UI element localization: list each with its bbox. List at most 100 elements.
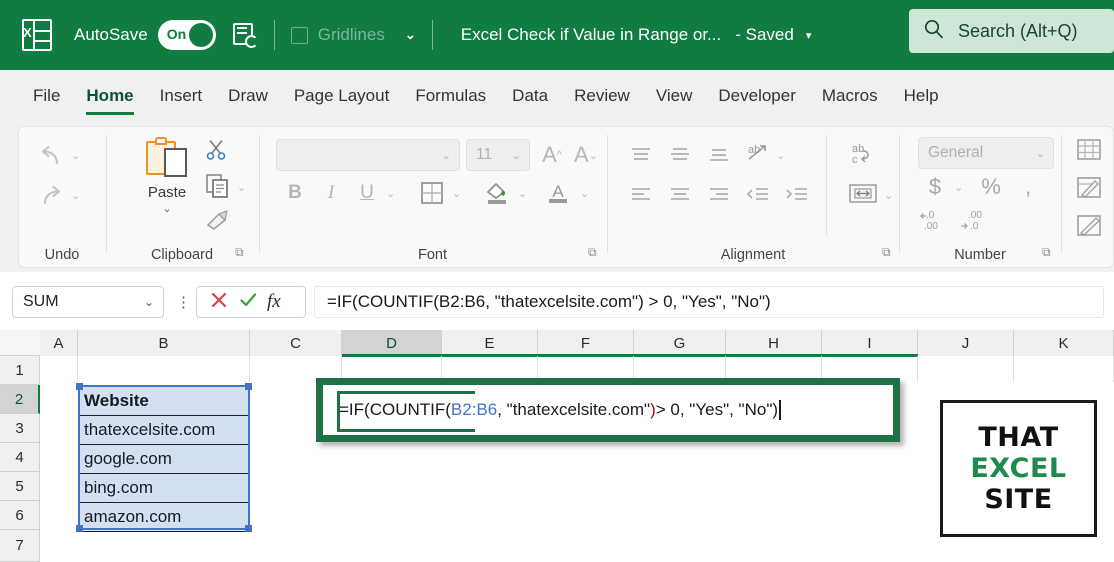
- paste-dropdown-chevron-icon[interactable]: ⌄: [139, 202, 195, 215]
- paste-button[interactable]: Paste ⌄: [139, 137, 195, 215]
- tab-insert[interactable]: Insert: [147, 70, 216, 122]
- font-name-combo[interactable]: ⌄: [276, 139, 460, 171]
- name-box-chevron-icon[interactable]: ⌄: [144, 295, 154, 309]
- tab-draw[interactable]: Draw: [215, 70, 281, 122]
- cell-styles-button[interactable]: [1074, 213, 1104, 239]
- save-status-chevron-icon[interactable]: ▾: [806, 29, 812, 42]
- copy-button[interactable]: [203, 171, 233, 201]
- font-color-chevron-icon[interactable]: ⌄: [580, 187, 589, 200]
- document-title[interactable]: Excel Check if Value in Range or...: [461, 25, 722, 45]
- undo-dropdown-chevron-icon[interactable]: ⌄: [71, 149, 80, 162]
- font-name-chevron-icon[interactable]: ⌄: [442, 149, 451, 162]
- merge-center-button[interactable]: [846, 179, 880, 209]
- copy-dropdown-chevron-icon[interactable]: ⌄: [237, 181, 246, 194]
- tab-page-layout[interactable]: Page Layout: [281, 70, 402, 122]
- decrease-font-size-button[interactable]: A ⌄: [572, 141, 600, 169]
- gridlines-toggle[interactable]: Gridlines: [290, 25, 385, 45]
- column-header-j[interactable]: J: [918, 330, 1014, 356]
- font-size-combo[interactable]: 11 ⌄: [466, 139, 530, 171]
- cell-b4[interactable]: google.com: [80, 445, 248, 474]
- cell-k1[interactable]: [1014, 356, 1114, 382]
- cell-b2[interactable]: Website: [80, 387, 248, 416]
- chevron-down-icon[interactable]: ⌄: [405, 27, 416, 43]
- cut-button[interactable]: [203, 137, 229, 163]
- cell-b1[interactable]: [78, 356, 250, 382]
- cell-j1[interactable]: [918, 356, 1014, 382]
- column-header-a[interactable]: A: [40, 330, 78, 356]
- autosave-toggle[interactable]: On: [157, 20, 216, 50]
- increase-indent-button[interactable]: [782, 181, 812, 209]
- tab-developer[interactable]: Developer: [705, 70, 809, 122]
- undo-button[interactable]: [35, 141, 67, 173]
- number-format-chevron-icon[interactable]: ⌄: [1036, 147, 1045, 160]
- tab-review[interactable]: Review: [561, 70, 643, 122]
- row-header-6[interactable]: 6: [0, 501, 40, 530]
- tab-data[interactable]: Data: [499, 70, 561, 122]
- borders-dropdown-chevron-icon[interactable]: ⌄: [452, 187, 461, 200]
- save-refresh-icon[interactable]: [232, 22, 258, 48]
- redo-dropdown-chevron-icon[interactable]: ⌄: [71, 189, 80, 202]
- underline-button[interactable]: U: [354, 179, 380, 207]
- cell-b3[interactable]: thatexcelsite.com: [80, 416, 248, 445]
- align-bottom-button[interactable]: [704, 141, 734, 169]
- format-as-table-button[interactable]: [1074, 175, 1104, 201]
- align-right-button[interactable]: [704, 181, 734, 209]
- column-header-d[interactable]: D: [342, 330, 442, 356]
- align-top-button[interactable]: [626, 141, 656, 169]
- borders-button[interactable]: [418, 179, 446, 207]
- tab-file[interactable]: File: [20, 70, 73, 122]
- currency-chevron-icon[interactable]: ⌄: [954, 181, 963, 194]
- cell-b5[interactable]: bing.com: [80, 474, 248, 503]
- fill-color-chevron-icon[interactable]: ⌄: [518, 187, 527, 200]
- row-header-3[interactable]: 3: [0, 414, 40, 443]
- comma-format-button[interactable]: ,: [1016, 173, 1040, 201]
- align-middle-button[interactable]: [665, 141, 695, 169]
- font-color-button[interactable]: A: [544, 177, 572, 207]
- row-header-5[interactable]: 5: [0, 472, 40, 501]
- align-center-button[interactable]: [665, 181, 695, 209]
- alignment-dialog-launcher[interactable]: ⧉: [882, 245, 891, 260]
- gridlines-checkbox-icon[interactable]: [290, 26, 308, 44]
- decrease-decimal-button[interactable]: .0 .00: [918, 207, 952, 233]
- fill-color-button[interactable]: [482, 177, 512, 207]
- tab-view[interactable]: View: [643, 70, 706, 122]
- name-box[interactable]: SUM ⌄: [12, 286, 164, 318]
- column-header-i[interactable]: I: [822, 330, 918, 356]
- cancel-x-icon[interactable]: [209, 290, 229, 315]
- row-header-7[interactable]: 7: [0, 530, 40, 562]
- in-cell-formula-editor[interactable]: =IF(COUNTIF(B2:B6, "thatexcelsite.com") …: [323, 385, 893, 435]
- column-header-b[interactable]: B: [78, 330, 250, 356]
- column-header-h[interactable]: H: [726, 330, 822, 356]
- fx-icon[interactable]: fx: [267, 291, 281, 313]
- percent-format-button[interactable]: %: [978, 173, 1004, 201]
- row-header-4[interactable]: 4: [0, 443, 40, 472]
- number-format-combo[interactable]: General ⌄: [918, 137, 1054, 169]
- tab-help[interactable]: Help: [891, 70, 952, 122]
- column-header-f[interactable]: F: [538, 330, 634, 356]
- tab-formulas[interactable]: Formulas: [402, 70, 499, 122]
- increase-decimal-button[interactable]: .00 .0: [958, 207, 992, 233]
- font-dialog-launcher[interactable]: ⧉: [588, 245, 597, 260]
- row-header-1[interactable]: 1: [0, 356, 40, 385]
- number-dialog-launcher[interactable]: ⧉: [1042, 245, 1051, 260]
- bold-button[interactable]: B: [282, 179, 308, 207]
- column-header-c[interactable]: C: [250, 330, 342, 356]
- italic-button[interactable]: I: [318, 179, 344, 207]
- formula-input[interactable]: =IF(COUNTIF(B2:B6, "thatexcelsite.com") …: [314, 286, 1104, 318]
- font-size-chevron-icon[interactable]: ⌄: [512, 149, 521, 162]
- tab-home[interactable]: Home: [73, 70, 146, 122]
- column-header-k[interactable]: K: [1014, 330, 1114, 356]
- cell-a1[interactable]: [40, 356, 78, 382]
- underline-dropdown-chevron-icon[interactable]: ⌄: [386, 187, 395, 200]
- row-header-2[interactable]: 2: [0, 385, 40, 414]
- confirm-check-icon[interactable]: [238, 290, 258, 315]
- wrap-text-button[interactable]: ab c: [846, 139, 880, 169]
- currency-format-button[interactable]: $: [922, 173, 948, 201]
- conditional-formatting-button[interactable]: [1074, 137, 1104, 163]
- decrease-indent-button[interactable]: [743, 181, 773, 209]
- align-left-button[interactable]: [626, 181, 656, 209]
- clipboard-dialog-launcher[interactable]: ⧉: [235, 245, 244, 260]
- orientation-button[interactable]: ab: [742, 139, 772, 169]
- column-header-g[interactable]: G: [634, 330, 726, 356]
- format-painter-button[interactable]: [203, 207, 233, 233]
